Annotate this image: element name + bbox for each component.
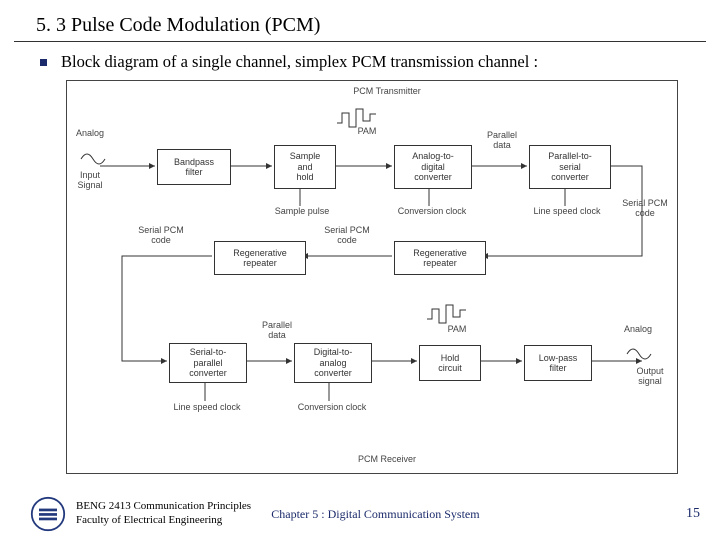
label-pam-top: PAM [347, 127, 387, 137]
page-number: 15 [686, 506, 700, 522]
footer-line1: BENG 2413 Communication Principles [76, 500, 251, 514]
box-regen-2: Regenerative repeater [394, 241, 486, 275]
label-conv-clock-bot: Conversion clock [287, 403, 377, 413]
footer-line2: Faculty of Electrical Engineering [76, 514, 251, 528]
label-pcm-transmitter: PCM Transmitter [327, 87, 447, 97]
box-hold: Hold circuit [419, 345, 481, 381]
box-adc: Analog-to- digital converter [394, 145, 472, 189]
diagram-arrows [67, 81, 677, 473]
diagram-frame: PCM Transmitter Analog Input Signal Band… [66, 80, 678, 474]
label-line-clock-top: Line speed clock [522, 207, 612, 217]
label-serial-pcm-tx: Serial PCM code [615, 199, 675, 219]
university-logo-icon [30, 496, 66, 532]
bullet-icon [40, 59, 47, 66]
box-bandpass-filter: Bandpass filter [157, 149, 231, 185]
slide-title: 5. 3 Pulse Code Modulation (PCM) [14, 0, 706, 42]
label-analog-in: Analog [69, 129, 111, 139]
box-regen-1: Regenerative repeater [214, 241, 306, 275]
footer: BENG 2413 Communication Principles Facul… [30, 496, 700, 532]
label-sample-pulse: Sample pulse [267, 207, 337, 217]
label-pcm-receiver: PCM Receiver [327, 455, 447, 465]
label-serial-pcm-mid-r: Serial PCM code [315, 226, 379, 246]
bullet-line: Block diagram of a single channel, simpl… [0, 42, 720, 72]
label-conv-clock-top: Conversion clock [387, 207, 477, 217]
box-serial-parallel: Serial-to- parallel converter [169, 343, 247, 383]
box-parallel-serial: Parallel-to- serial converter [529, 145, 611, 189]
label-output-signal: Output signal [627, 367, 673, 387]
label-analog-out: Analog [615, 325, 661, 335]
label-line-clock-bot: Line speed clock [162, 403, 252, 413]
label-input-signal: Input Signal [69, 171, 111, 191]
label-serial-pcm-mid-l: Serial PCM code [129, 226, 193, 246]
bullet-text: Block diagram of a single channel, simpl… [61, 52, 538, 72]
label-parallel-top: Parallel data [477, 131, 527, 151]
box-dac: Digital-to- analog converter [294, 343, 372, 383]
block-diagram: PCM Transmitter Analog Input Signal Band… [67, 81, 677, 473]
box-lpf: Low-pass filter [524, 345, 592, 381]
footer-chapter: Chapter 5 : Digital Communication System [271, 507, 479, 522]
box-sample-hold: Sample and hold [274, 145, 336, 189]
label-pam-bot: PAM [437, 325, 477, 335]
label-parallel-bot: Parallel data [252, 321, 302, 341]
